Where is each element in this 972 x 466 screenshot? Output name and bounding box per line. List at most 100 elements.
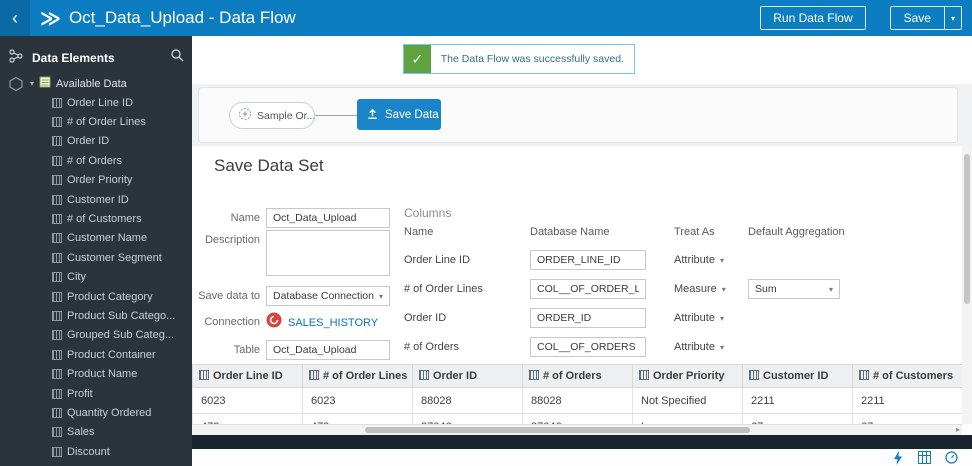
column-icon xyxy=(52,330,62,341)
scroll-right-icon[interactable]: ▸ xyxy=(956,425,960,435)
sidebar: Data Elements ▾ Available Data Order Lin… xyxy=(0,36,192,466)
preview-column-label: # of Order Lines xyxy=(323,370,408,382)
sidebar-item[interactable]: # of Customers xyxy=(0,209,192,228)
sidebar-item[interactable]: Customer Name xyxy=(0,229,192,248)
upload-icon xyxy=(366,107,379,123)
sidebar-item[interactable]: Product Category xyxy=(0,287,192,306)
save-dataset-panel: Save Data Set Name Description Save data… xyxy=(192,146,962,364)
vertical-scrollbar-thumb[interactable] xyxy=(964,154,970,304)
columns-rows: Order Line IDAttribute▾▾# of Order Lines… xyxy=(192,246,962,362)
column-icon xyxy=(419,370,429,380)
tree-root-available-data[interactable]: ▾ Available Data xyxy=(0,74,192,93)
column-mapping-row: # of Order Lines Measure▾ Sum▾ xyxy=(192,275,962,304)
sidebar-item-label: Product Category xyxy=(67,290,153,303)
run-dataflow-button[interactable]: Run Data Flow xyxy=(760,6,866,30)
sidebar-item[interactable]: Order Line ID xyxy=(0,93,192,112)
preview-cell: 6023 xyxy=(192,387,303,414)
flow-strip: Sample Or... Save Data xyxy=(198,87,958,143)
horizontal-scrollbar[interactable]: ▸ xyxy=(192,424,962,435)
column-icon xyxy=(52,272,62,283)
treat-as-select[interactable]: Attribute ▾ xyxy=(674,312,724,324)
sidebar-item-label: Product Name xyxy=(67,368,138,381)
sidebar-item[interactable]: Sales xyxy=(0,423,192,442)
sidebar-item[interactable]: City xyxy=(0,268,192,287)
treat-as-select[interactable]: Measure ▾ xyxy=(674,283,726,295)
sidebar-item[interactable]: Discount xyxy=(0,442,192,461)
back-button[interactable]: ‹ xyxy=(0,0,30,36)
column-mapping-row: Order ID Attribute▾▾ xyxy=(192,304,962,333)
aggregation-select[interactable]: Sum ▾ xyxy=(748,279,840,299)
database-name-input[interactable] xyxy=(530,337,646,357)
sidebar-item[interactable]: Order Priority xyxy=(0,171,192,190)
save-menu-button[interactable]: ▾ xyxy=(943,6,962,30)
sidebar-item-label: Customer Name xyxy=(67,232,148,245)
table-icon[interactable] xyxy=(918,451,931,464)
sidebar-item[interactable]: Quantity Ordered xyxy=(0,403,192,422)
name-input[interactable] xyxy=(266,208,390,228)
sidebar-item[interactable]: Grouped Sub Categ... xyxy=(0,326,192,345)
column-icon xyxy=(529,370,539,380)
description-label: Description xyxy=(204,234,260,246)
preview-column-header[interactable]: # of Customers xyxy=(852,364,962,388)
back-icon: ‹ xyxy=(12,7,18,28)
sidebar-item[interactable]: Product Container xyxy=(0,345,192,364)
sidebar-item[interactable]: Customer Segment xyxy=(0,248,192,267)
database-name-input[interactable] xyxy=(530,250,646,270)
bottom-divider xyxy=(192,435,972,449)
preview-column-label: Order Priority xyxy=(653,370,725,382)
preview-column-header[interactable]: Order Line ID xyxy=(192,364,303,388)
gauge-icon[interactable] xyxy=(945,451,958,464)
column-icon xyxy=(52,369,62,380)
preview-column-header[interactable]: # of Order Lines xyxy=(302,364,413,388)
chevron-down-icon: ▾ xyxy=(719,313,724,323)
sidebar-title: Data Elements xyxy=(32,50,115,65)
sidebar-item-label: Product Sub Catego... xyxy=(67,309,176,322)
vertical-scrollbar[interactable] xyxy=(962,146,972,424)
sidebar-item-label: Profit xyxy=(67,387,93,400)
sidebar-header: Data Elements xyxy=(32,48,184,67)
column-icon xyxy=(52,427,62,438)
column-name: Order ID xyxy=(404,312,447,324)
sidebar-item-label: City xyxy=(67,271,86,284)
sidebar-item[interactable]: # of Order Lines xyxy=(0,112,192,131)
save-data-node[interactable]: Save Data xyxy=(357,99,441,130)
column-mapping-row: # of Orders Attribute▾▾ xyxy=(192,333,962,362)
source-node[interactable]: Sample Or... xyxy=(229,102,315,129)
sidebar-item[interactable]: Product Sub Catego... xyxy=(0,306,192,325)
tree-expand-icon[interactable]: ▾ xyxy=(30,79,34,88)
flow-connector xyxy=(315,115,357,116)
preview-column-header[interactable]: Order Priority xyxy=(632,364,743,388)
column-icon xyxy=(639,370,649,380)
treat-as-select[interactable]: Attribute ▾ xyxy=(674,254,724,266)
save-button[interactable]: Save xyxy=(889,6,944,30)
treat-as-select[interactable]: Attribute ▾ xyxy=(674,341,724,353)
name-label: Name xyxy=(230,212,260,224)
notification-strip: ✓ The Data Flow was successfully saved. xyxy=(192,36,972,84)
sidebar-item[interactable]: Product Name xyxy=(0,364,192,383)
preview-column-header[interactable]: # of Orders xyxy=(522,364,633,388)
column-name: # of Orders xyxy=(404,341,460,353)
search-icon[interactable] xyxy=(170,48,184,67)
preview-column-header[interactable]: Order ID xyxy=(412,364,523,388)
column-icon xyxy=(859,370,869,380)
sidebar-item[interactable]: Order ID xyxy=(0,132,192,151)
preview-column-header[interactable]: Customer ID xyxy=(742,364,853,388)
database-name-input[interactable] xyxy=(530,279,646,299)
data-preview: Order Line ID # of Order Lines Order ID # o… xyxy=(192,364,962,430)
panel-title: Save Data Set xyxy=(214,156,324,175)
column-icon xyxy=(52,252,62,263)
chevron-down-icon: ▾ xyxy=(719,255,724,265)
database-name-input[interactable] xyxy=(530,308,646,328)
data-elements-icon[interactable] xyxy=(8,48,24,69)
chevron-down-icon: ▾ xyxy=(719,342,724,352)
sidebar-item[interactable]: Customer ID xyxy=(0,190,192,209)
horizontal-scrollbar-thumb[interactable] xyxy=(365,427,750,433)
sidebar-item[interactable]: # of Orders xyxy=(0,151,192,170)
flash-icon[interactable] xyxy=(892,450,904,465)
preview-column-label: Order Line ID xyxy=(213,370,283,382)
columns-header-name: Name xyxy=(404,226,434,238)
chevron-down-icon: ▾ xyxy=(828,284,833,294)
preview-column-label: # of Customers xyxy=(873,370,954,382)
sidebar-item[interactable]: Profit xyxy=(0,384,192,403)
column-icon xyxy=(52,155,62,166)
